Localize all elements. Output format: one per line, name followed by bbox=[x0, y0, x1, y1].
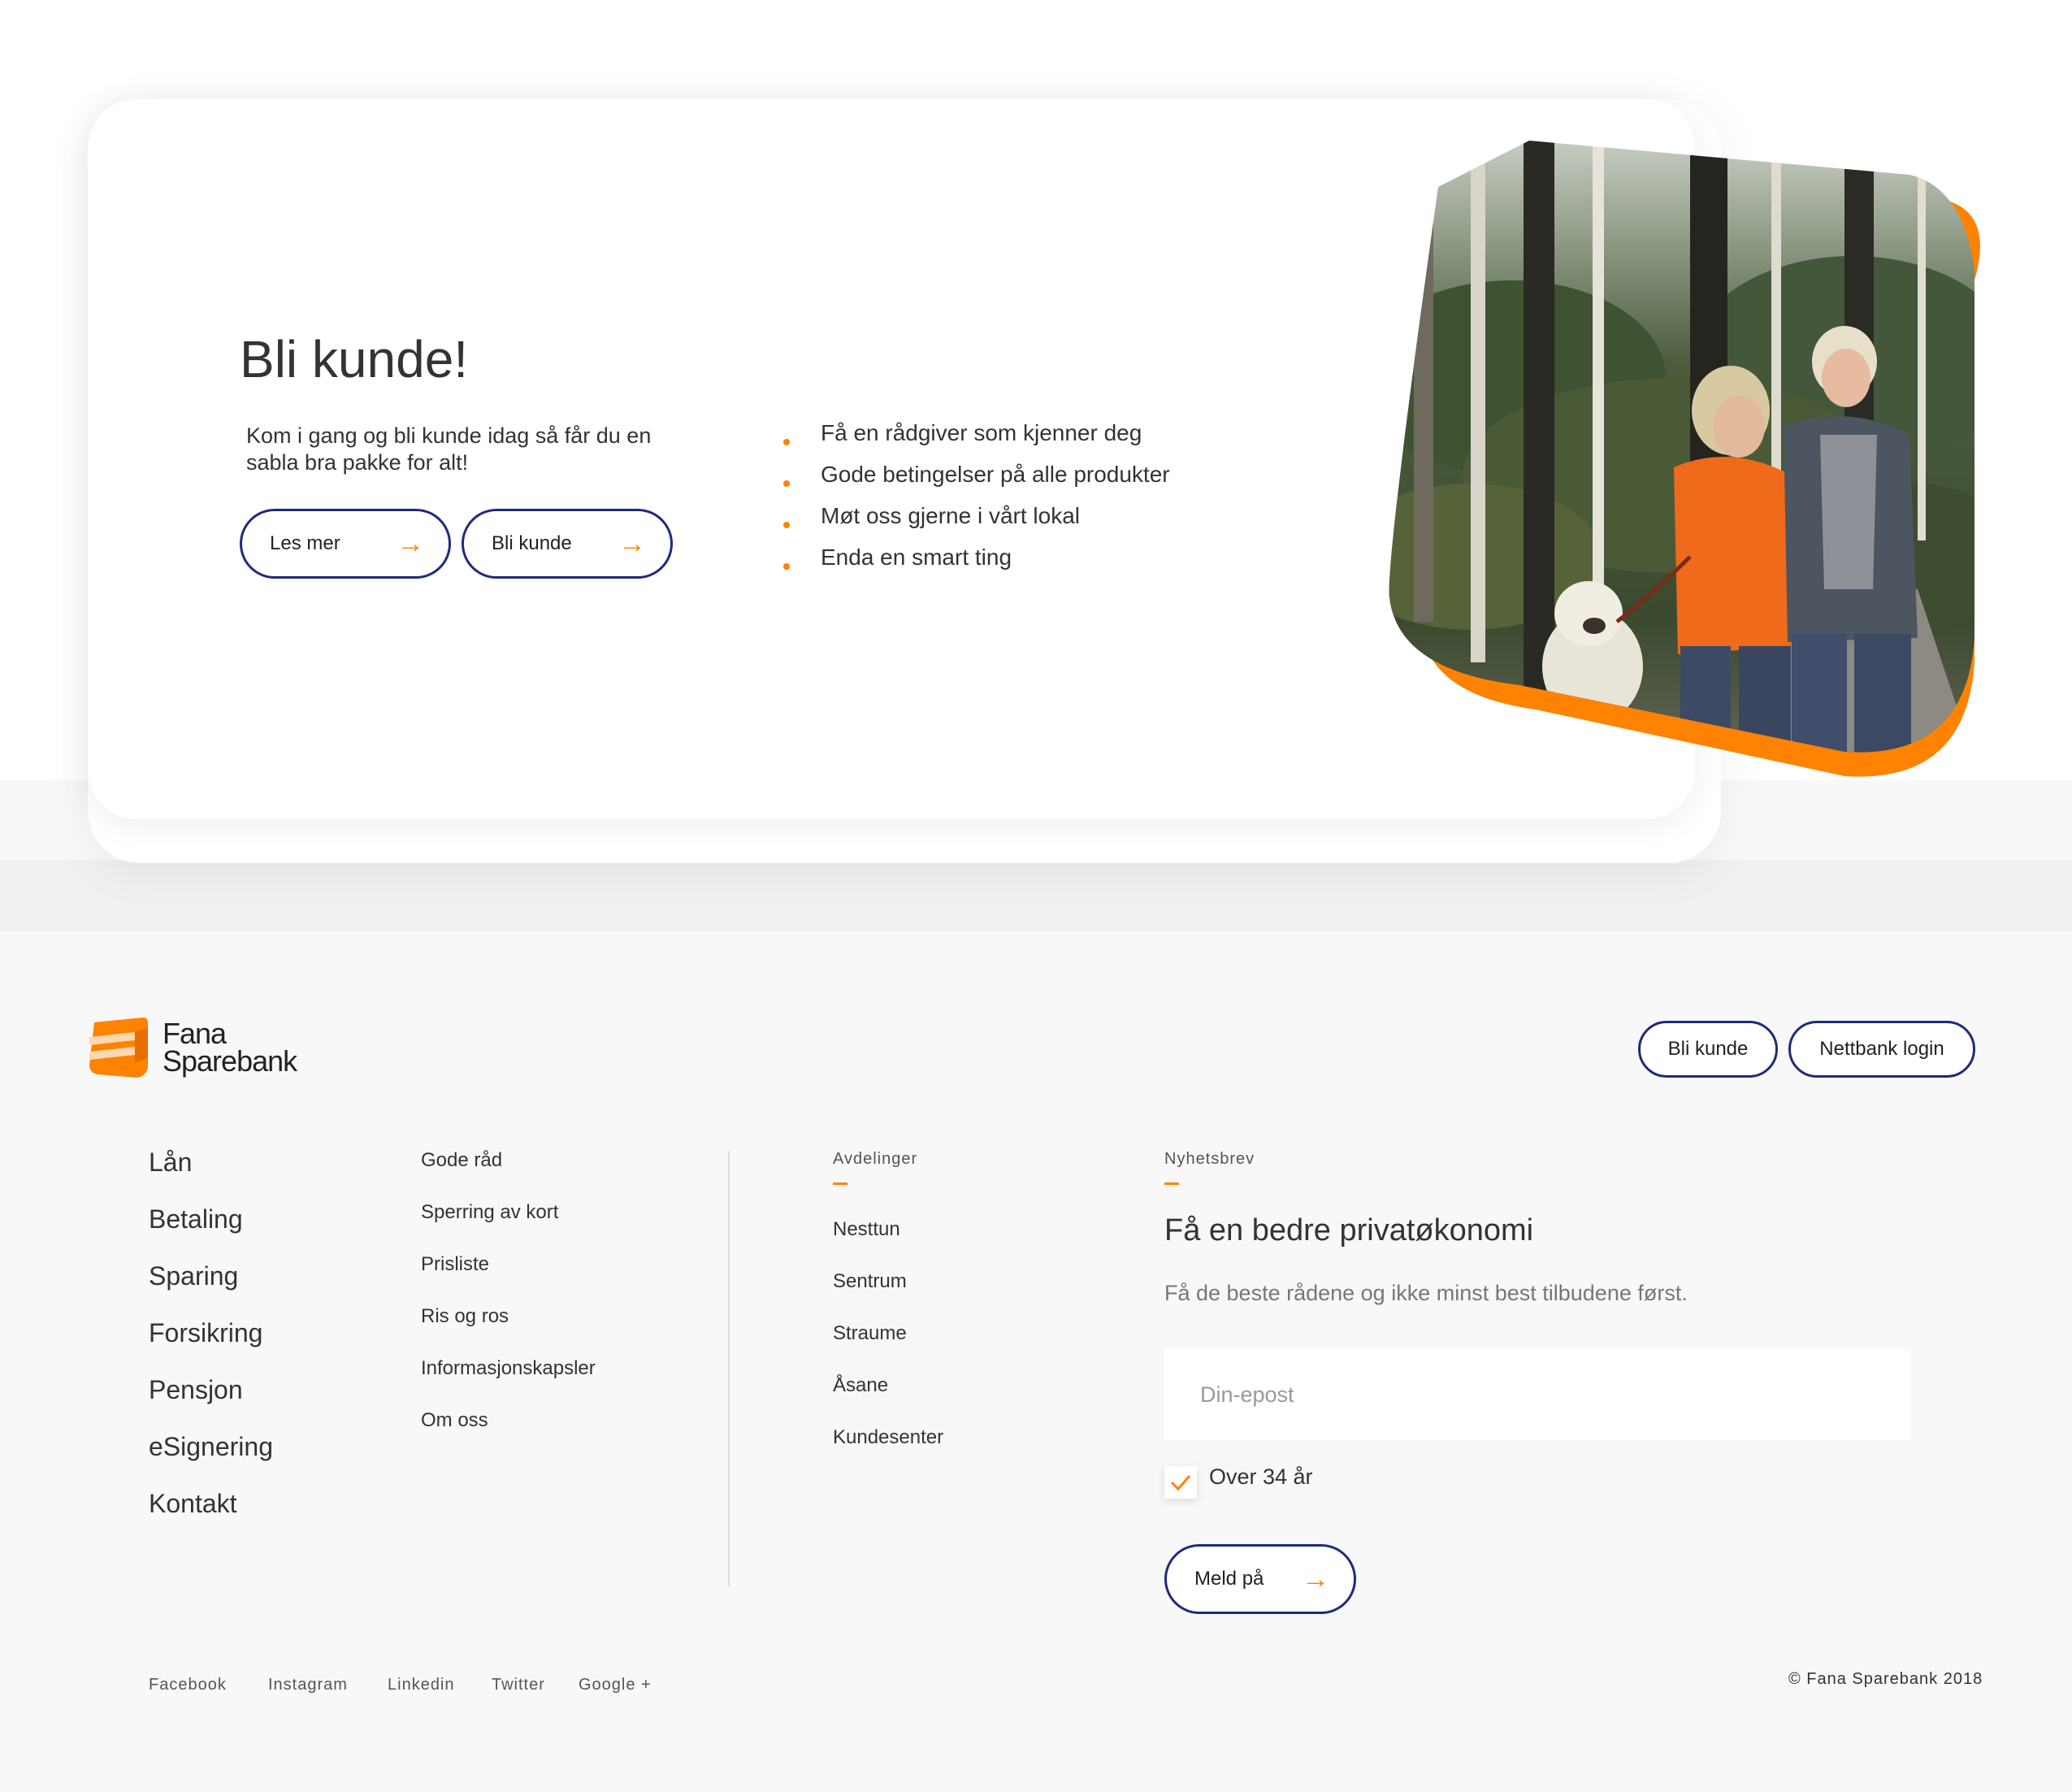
fana-sparebank-logo[interactable]: Fana Sparebank bbox=[86, 1016, 297, 1079]
nav-item-sperring-av-kort[interactable]: Sperring av kort bbox=[421, 1200, 596, 1252]
social-link-twitter[interactable]: Twitter bbox=[492, 1676, 545, 1694]
social-link-instagram[interactable]: Instagram bbox=[268, 1676, 348, 1694]
social-link-google-plus[interactable]: Google + bbox=[579, 1676, 652, 1694]
netbank-login-button[interactable]: Nettbank login bbox=[1788, 1021, 1975, 1078]
nav-item-esignering[interactable]: eSignering bbox=[149, 1429, 273, 1486]
become-customer-button[interactable]: Bli kunde → bbox=[462, 509, 673, 579]
arrow-right-icon: → bbox=[1302, 1564, 1329, 1595]
nav-item-prisliste[interactable]: Prisliste bbox=[421, 1252, 596, 1304]
logo-wordmark: Fana Sparebank bbox=[163, 1017, 297, 1078]
nav-item-gode-rad[interactable]: Gode råd bbox=[421, 1148, 596, 1200]
checkmark-icon bbox=[1170, 1475, 1191, 1491]
footer-become-customer-label: Bli kunde bbox=[1667, 1038, 1749, 1060]
hero-photo-illustration bbox=[1389, 141, 1980, 777]
email-input[interactable] bbox=[1164, 1349, 1910, 1440]
read-more-button[interactable]: Les mer → bbox=[240, 509, 451, 579]
nav-item-forsikring[interactable]: Forsikring bbox=[149, 1315, 273, 1372]
nav-item-betaling[interactable]: Betaling bbox=[149, 1201, 273, 1258]
nav-item-ris-og-ros[interactable]: Ris og ros bbox=[421, 1304, 596, 1356]
netbank-login-label: Nettbank login bbox=[1819, 1038, 1944, 1060]
arrow-right-icon: → bbox=[397, 528, 424, 559]
hero-photo bbox=[1349, 134, 1983, 784]
hero-title: Bli kunde! bbox=[240, 330, 469, 388]
subscribe-button[interactable]: Meld på → bbox=[1164, 1544, 1356, 1614]
nav-item-lan[interactable]: Lån bbox=[149, 1144, 273, 1201]
read-more-label: Les mer bbox=[270, 532, 340, 554]
nav-item-sparing[interactable]: Sparing bbox=[149, 1258, 273, 1315]
copyright: © Fana Sparebank 2018 bbox=[1788, 1670, 1983, 1688]
logo-line-fana: Fana bbox=[163, 1017, 227, 1050]
benefit-list: Få en rådgiver som kjenner deg Gode beti… bbox=[780, 419, 1170, 585]
benefit-item: Enda en smart ting bbox=[780, 544, 1170, 585]
nav-item-om-oss[interactable]: Om oss bbox=[421, 1408, 596, 1460]
footer-background bbox=[0, 780, 2072, 1792]
section-divider-band bbox=[0, 860, 2072, 931]
benefit-item: Møt oss gjerne i vårt lokal bbox=[780, 502, 1170, 544]
footer-main-nav: Lån Betaling Sparing Forsikring Pensjon … bbox=[149, 1144, 273, 1543]
department-asane[interactable]: Åsane bbox=[833, 1373, 943, 1425]
department-straume[interactable]: Straume bbox=[833, 1321, 943, 1373]
logo-line-sparebank: Sparebank bbox=[163, 1044, 297, 1078]
nav-item-kontakt[interactable]: Kontakt bbox=[149, 1486, 273, 1543]
newsletter-heading: Nyhetsbrev bbox=[1164, 1150, 1255, 1185]
department-kundesenter[interactable]: Kundesenter bbox=[833, 1425, 943, 1477]
newsletter-subtitle: Få de beste rådene og ikke minst best ti… bbox=[1164, 1281, 1688, 1305]
hero-description: Kom i gang og bli kunde idag så får du e… bbox=[246, 423, 652, 475]
benefit-item: Få en rådgiver som kjenner deg bbox=[780, 419, 1170, 461]
departments-heading: Avdelinger bbox=[833, 1150, 918, 1185]
age-checkbox[interactable] bbox=[1164, 1466, 1197, 1499]
arrow-right-icon: → bbox=[618, 528, 646, 559]
nav-item-informasjonskapsler[interactable]: Informasjonskapsler bbox=[421, 1356, 596, 1408]
departments-list: Nesttun Sentrum Straume Åsane Kundesente… bbox=[833, 1217, 943, 1477]
department-sentrum[interactable]: Sentrum bbox=[833, 1269, 943, 1321]
social-link-facebook[interactable]: Facebook bbox=[149, 1676, 227, 1694]
bank-logo-icon bbox=[89, 1017, 148, 1078]
subscribe-label: Meld på bbox=[1194, 1568, 1264, 1590]
footer-column-divider bbox=[728, 1151, 730, 1586]
nav-item-pensjon[interactable]: Pensjon bbox=[149, 1372, 273, 1429]
social-link-linkedin[interactable]: Linkedin bbox=[388, 1676, 455, 1694]
footer-become-customer-button[interactable]: Bli kunde bbox=[1638, 1021, 1778, 1078]
department-nesttun[interactable]: Nesttun bbox=[833, 1217, 943, 1269]
footer-secondary-nav: Gode råd Sperring av kort Prisliste Ris … bbox=[421, 1148, 596, 1460]
age-checkbox-label: Over 34 år bbox=[1209, 1464, 1313, 1489]
become-customer-label: Bli kunde bbox=[492, 532, 572, 554]
newsletter-title: Få en bedre privatøkonomi bbox=[1164, 1213, 1534, 1247]
benefit-item: Gode betingelser på alle produkter bbox=[780, 461, 1170, 502]
